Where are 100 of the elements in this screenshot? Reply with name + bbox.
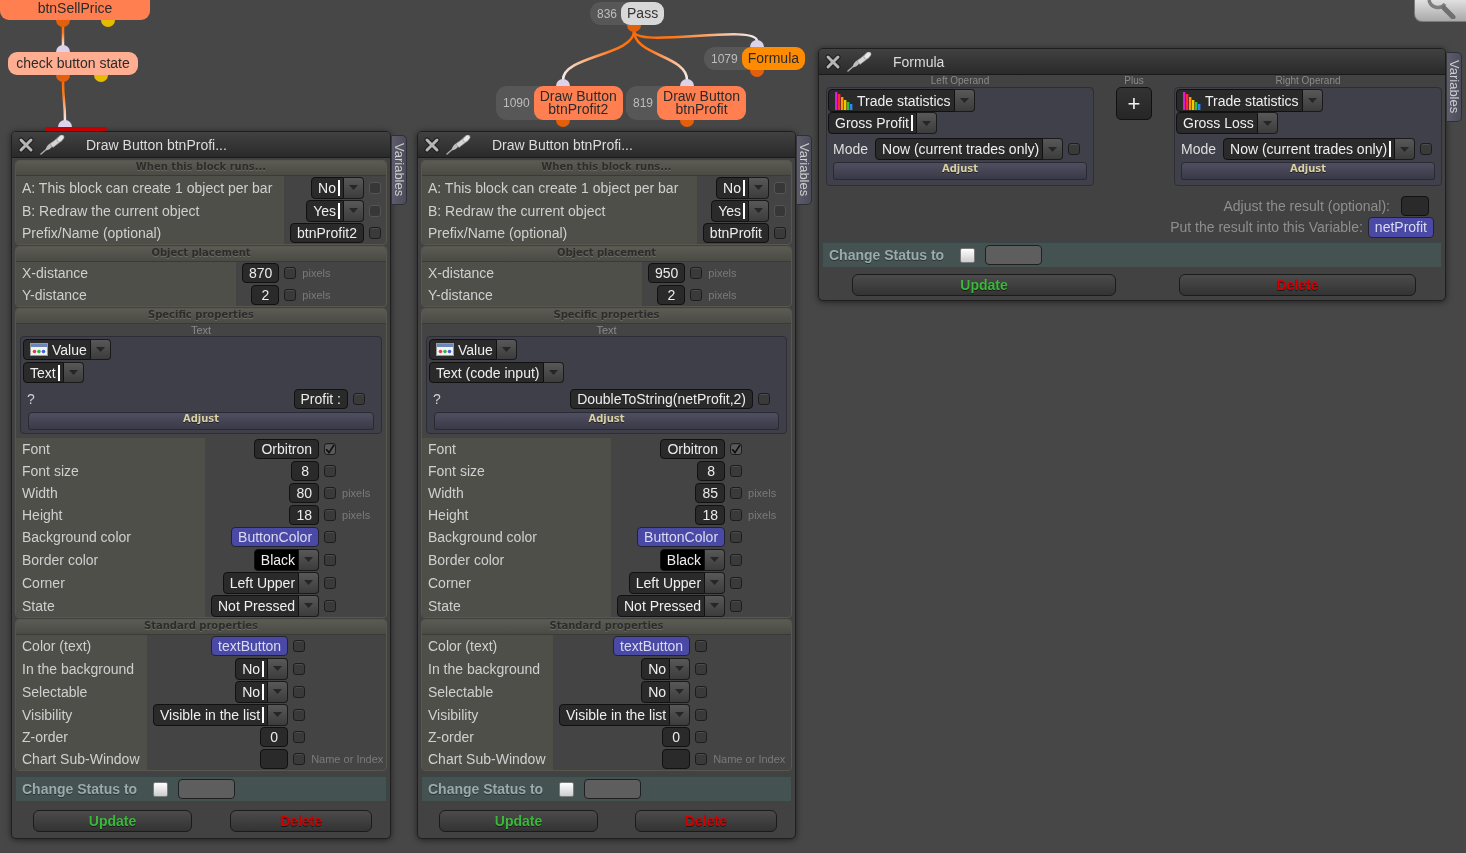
dropdown-button[interactable] — [705, 548, 726, 571]
port-icon[interactable] — [627, 25, 641, 32]
dropdown-button[interactable] — [299, 594, 320, 617]
select-field[interactable]: Not Pressed — [211, 594, 300, 617]
close-icon[interactable] — [825, 53, 841, 70]
select-field[interactable]: Black — [659, 548, 706, 571]
search-button[interactable] — [1414, 0, 1466, 22]
port-icon[interactable] — [56, 20, 70, 27]
checkbox[interactable] — [690, 289, 703, 301]
checkbox[interactable] — [284, 289, 297, 301]
close-icon[interactable] — [424, 136, 440, 153]
port-icon[interactable] — [101, 20, 115, 27]
select-field[interactable]: Text (code input) — [429, 362, 544, 383]
select-field[interactable]: Black — [253, 548, 300, 571]
select-field[interactable]: No — [235, 680, 269, 703]
checkbox[interactable] — [730, 553, 743, 566]
pin-icon[interactable] — [40, 134, 66, 155]
checkbox[interactable] — [293, 685, 306, 698]
select-field[interactable]: Gross Loss — [1176, 112, 1258, 134]
dropdown-button[interactable] — [916, 112, 937, 134]
select-field[interactable]: Visible in the list — [153, 703, 269, 726]
checkbox[interactable] — [293, 753, 306, 765]
input-field[interactable]: Profit : — [293, 389, 348, 409]
input-field[interactable]: Orbitron — [254, 439, 320, 459]
select-field[interactable]: Text — [23, 362, 64, 383]
flow-node[interactable]: check button state — [8, 52, 138, 75]
checkbox[interactable] — [324, 465, 337, 477]
checkbox[interactable] — [293, 662, 306, 675]
input-field[interactable]: 870 — [242, 263, 280, 283]
checkbox[interactable] — [960, 247, 976, 263]
checkbox[interactable] — [695, 708, 708, 721]
input-field[interactable]: 80 — [289, 483, 320, 503]
checkbox[interactable] — [293, 731, 306, 743]
adjust-button[interactable]: Adjust — [28, 412, 374, 430]
select-field[interactable]: No — [235, 657, 269, 680]
dropdown-button[interactable] — [1302, 89, 1323, 112]
dropdown-button[interactable] — [1257, 112, 1278, 134]
input-field[interactable]: btnProfit — [702, 223, 769, 243]
flow-node[interactable]: btnSellPrice — [0, 0, 150, 20]
dropdown-button[interactable] — [268, 657, 289, 680]
dropdown-button[interactable] — [749, 199, 769, 222]
checkbox[interactable] — [284, 267, 297, 279]
port-icon[interactable] — [58, 120, 72, 127]
checkbox[interactable] — [695, 640, 708, 652]
dropdown-button[interactable] — [749, 176, 769, 199]
dropdown-button[interactable] — [268, 703, 289, 726]
dropdown-button[interactable] — [705, 571, 726, 594]
input-field[interactable] — [1401, 196, 1429, 216]
flow-node[interactable]: Pass — [621, 2, 665, 25]
checkbox[interactable] — [730, 509, 743, 521]
input-field[interactable]: 2 — [251, 285, 280, 305]
input-field[interactable] — [584, 779, 642, 799]
checkbox[interactable] — [324, 509, 337, 521]
input-field[interactable]: 8 — [291, 461, 320, 481]
checkbox[interactable] — [730, 599, 743, 612]
checkbox[interactable] — [730, 465, 743, 477]
checkbox[interactable] — [324, 599, 337, 612]
select-field[interactable]: Visible in the list — [559, 703, 671, 726]
checkbox[interactable] — [369, 227, 381, 239]
input-field[interactable]: Orbitron — [660, 439, 726, 459]
update-button[interactable]: Update — [33, 810, 192, 832]
checkbox[interactable] — [324, 531, 337, 543]
input-field[interactable] — [178, 779, 236, 799]
checkbox[interactable] — [695, 685, 708, 698]
operator-button[interactable]: + — [1116, 87, 1152, 120]
dropdown-button[interactable] — [496, 339, 517, 360]
close-icon[interactable] — [18, 136, 34, 153]
dropdown-button[interactable] — [90, 339, 111, 360]
input-field[interactable]: btnProfit2 — [290, 223, 364, 243]
checkbox[interactable] — [730, 443, 743, 455]
port-icon[interactable] — [750, 40, 764, 47]
input-field[interactable]: 18 — [289, 505, 320, 525]
checkbox[interactable] — [730, 487, 743, 499]
variables-tab[interactable]: Variables — [797, 135, 812, 205]
input-field[interactable]: 950 — [648, 263, 686, 283]
port-icon[interactable] — [56, 45, 70, 52]
checkbox[interactable] — [1420, 143, 1433, 155]
input-field[interactable]: 8 — [697, 461, 726, 481]
input-field[interactable]: DoubleToString(netProfit,2) — [570, 389, 753, 409]
checkbox[interactable] — [730, 576, 743, 589]
checkbox[interactable] — [293, 640, 306, 652]
variable-field[interactable]: netProfit — [1367, 216, 1434, 238]
update-button[interactable]: Update — [439, 810, 598, 832]
dropdown-button[interactable] — [954, 89, 975, 112]
flow-node[interactable] — [45, 127, 107, 131]
port-icon[interactable] — [56, 75, 70, 82]
variables-tab[interactable]: Variables — [392, 135, 407, 205]
port-icon[interactable] — [750, 70, 764, 77]
input-field[interactable]: 85 — [695, 483, 726, 503]
update-button[interactable]: Update — [852, 274, 1116, 296]
select-field[interactable]: Now (current trades only) — [875, 138, 1044, 160]
checkbox[interactable] — [695, 662, 708, 675]
dropdown-button[interactable] — [268, 680, 289, 703]
checkbox[interactable] — [324, 576, 337, 589]
checkbox[interactable] — [758, 393, 770, 405]
pin-icon[interactable] — [446, 134, 472, 155]
checkbox[interactable] — [324, 443, 337, 455]
input-field[interactable]: 18 — [695, 505, 726, 525]
select-field[interactable]: No — [641, 657, 671, 680]
variable-field[interactable]: ButtonColor — [637, 527, 726, 547]
